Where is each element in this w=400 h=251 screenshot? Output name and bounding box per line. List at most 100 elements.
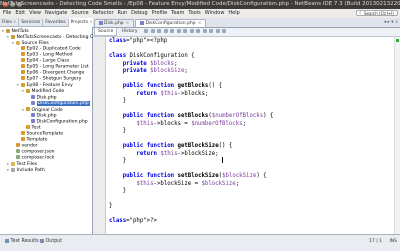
tree-item-label: Disk.php [36, 113, 57, 119]
menu-profile[interactable]: Profile [152, 10, 168, 16]
tab-projects[interactable]: Projects× [68, 18, 96, 27]
project-panel: Files× Services Favorites Projects× ▾ NetTut… [0, 18, 118, 234]
previous-bookmark-icon[interactable] [189, 28, 194, 33]
code-line[interactable]: } [109, 158, 273, 166]
next-bookmark-icon[interactable] [196, 28, 201, 33]
tab-projects-label: Projects [70, 20, 89, 25]
close-icon[interactable]: × [126, 21, 130, 26]
code-line[interactable] [109, 76, 273, 84]
pkg-icon [21, 136, 25, 141]
code-line[interactable]: class DiskConfiguration { [109, 53, 273, 61]
php-file-icon [140, 20, 145, 25]
comment-icon[interactable] [215, 28, 220, 33]
code-line[interactable]: $this->blockSize = $blockSize; [109, 181, 273, 189]
pkg-icon [21, 46, 25, 51]
menu-source[interactable]: Source [71, 10, 88, 16]
code-line[interactable]: public function getBlocks() { [109, 83, 273, 91]
search-input[interactable]: ⌕ Search (Ctrl+I) [356, 10, 398, 16]
tab-output-label: Output [45, 239, 63, 244]
code-line[interactable]: public function getBlockSize() { [109, 143, 273, 151]
menu-file[interactable]: File [3, 10, 11, 16]
find-previous-icon[interactable] [163, 28, 168, 33]
code-line[interactable] [109, 196, 273, 204]
uncomment-icon[interactable] [222, 28, 227, 33]
code-line[interactable]: return $this->blocks; [109, 91, 273, 99]
tree-item-label: SourceTemplate [26, 131, 64, 137]
close-icon[interactable]: × [13, 19, 16, 24]
code-line[interactable] [109, 166, 273, 174]
menu-help[interactable]: Help [228, 10, 239, 16]
menu-team[interactable]: Team [171, 10, 184, 16]
code-line[interactable]: } [109, 203, 273, 211]
js-icon [16, 154, 20, 159]
proj-icon [11, 34, 15, 39]
forward-icon[interactable] [150, 28, 155, 33]
menu-window[interactable]: Window [205, 10, 225, 16]
tab-services-label: Services [21, 20, 41, 25]
find-next-icon[interactable] [170, 28, 175, 33]
tab-disk-php[interactable]: Disk.php × [94, 19, 135, 27]
shift-right-icon[interactable] [209, 28, 214, 33]
menu-run[interactable]: Run [118, 10, 128, 16]
tree-item-label: Ep02 - Duplicated Code [26, 46, 81, 52]
menu-navigate[interactable]: Navigate [45, 10, 67, 16]
tab-services[interactable]: Services [19, 19, 44, 27]
code-line[interactable]: public function setBlockSize($blockSize)… [109, 173, 273, 181]
tab-favorites[interactable]: Favorites [43, 19, 69, 27]
find-icon[interactable] [157, 28, 162, 33]
pkg-icon [21, 64, 25, 69]
tree-item[interactable]: ▾ Include Path [0, 167, 92, 173]
window-title: NetTutsScreencasts - Detecting Code Smel… [0, 1, 400, 7]
editor-area: Disk.php × DiskConfiguration.php × ◂ ▸ ▾ ▫ … [93, 18, 400, 234]
code-line[interactable]: public function setBlocks($numberOfBlock… [109, 113, 274, 121]
code-line[interactable]: } [109, 188, 273, 196]
tree-item-label: Ep03 - Long Method [26, 52, 73, 58]
code-line[interactable] [109, 211, 273, 219]
tab-diskconfiguration-php[interactable]: DiskConfiguration.php × [135, 19, 207, 27]
line-gutter[interactable] [93, 37, 106, 234]
menu-debug[interactable]: Debug [131, 10, 147, 16]
code-line[interactable]: } [109, 98, 273, 106]
menu-refactor[interactable]: Refactor [93, 10, 114, 16]
pkg-icon [16, 142, 20, 147]
window-titlebar: NetTutsScreencasts - Detecting Code Smel… [0, 0, 400, 9]
code-editor[interactable]: class="php"><?php class DiskConfiguratio… [93, 37, 400, 234]
toggle-highlight-icon[interactable] [176, 28, 181, 33]
shift-left-icon[interactable] [202, 28, 207, 33]
inc-icon [11, 167, 15, 172]
php-icon [31, 100, 35, 105]
tree-item-label: Ep05 - Long Parameter List [26, 64, 89, 70]
error-stripe[interactable] [394, 37, 400, 234]
code-line[interactable]: private $blocks; [109, 61, 273, 69]
code-text[interactable]: class="php"><?php class DiskConfiguratio… [109, 38, 273, 226]
php-icon [31, 112, 35, 117]
project-tree: ▾ NetTuts ▾ NetTutsScreencasts - Detecting … [0, 27, 118, 173]
code-line[interactable]: return $this->blockSize; [109, 151, 273, 159]
tab-files[interactable]: Files× [0, 18, 20, 27]
tab-list-icon[interactable]: ◂ ▸ ▾ ▫ [384, 18, 398, 27]
code-line[interactable] [109, 136, 273, 144]
tab-output[interactable]: Output [38, 238, 64, 246]
close-icon[interactable]: × [198, 21, 202, 26]
code-line[interactable]: class="php">?> [109, 218, 273, 226]
view-tab-history[interactable]: History [118, 28, 140, 36]
code-line[interactable] [109, 46, 273, 54]
menu-view[interactable]: View [29, 10, 41, 16]
tab-test-results[interactable]: Test Results [3, 238, 41, 246]
code-line[interactable]: $this->blocks = $numberOfBlocks; [109, 121, 273, 129]
js-icon [16, 148, 20, 153]
pkg-icon [21, 58, 25, 63]
tree-item-label: Ep06 - Divergent Change [26, 70, 85, 76]
toggle-bookmark-icon[interactable] [183, 28, 188, 33]
menu-edit[interactable]: Edit [15, 10, 25, 16]
back-icon[interactable] [144, 28, 149, 33]
code-line[interactable]: class="php"><?php [109, 38, 273, 46]
code-line[interactable]: } [109, 128, 273, 136]
menu-tools[interactable]: Tools [188, 10, 200, 16]
status-bar: Test Results Output 17 | 1 INS [0, 234, 400, 251]
code-line[interactable]: private $blockSize; [109, 68, 273, 76]
tree-item-label: composer.lock [21, 155, 55, 161]
code-line[interactable] [109, 106, 273, 114]
view-tab-source[interactable]: Source [94, 28, 118, 36]
pkg-icon [21, 52, 25, 57]
